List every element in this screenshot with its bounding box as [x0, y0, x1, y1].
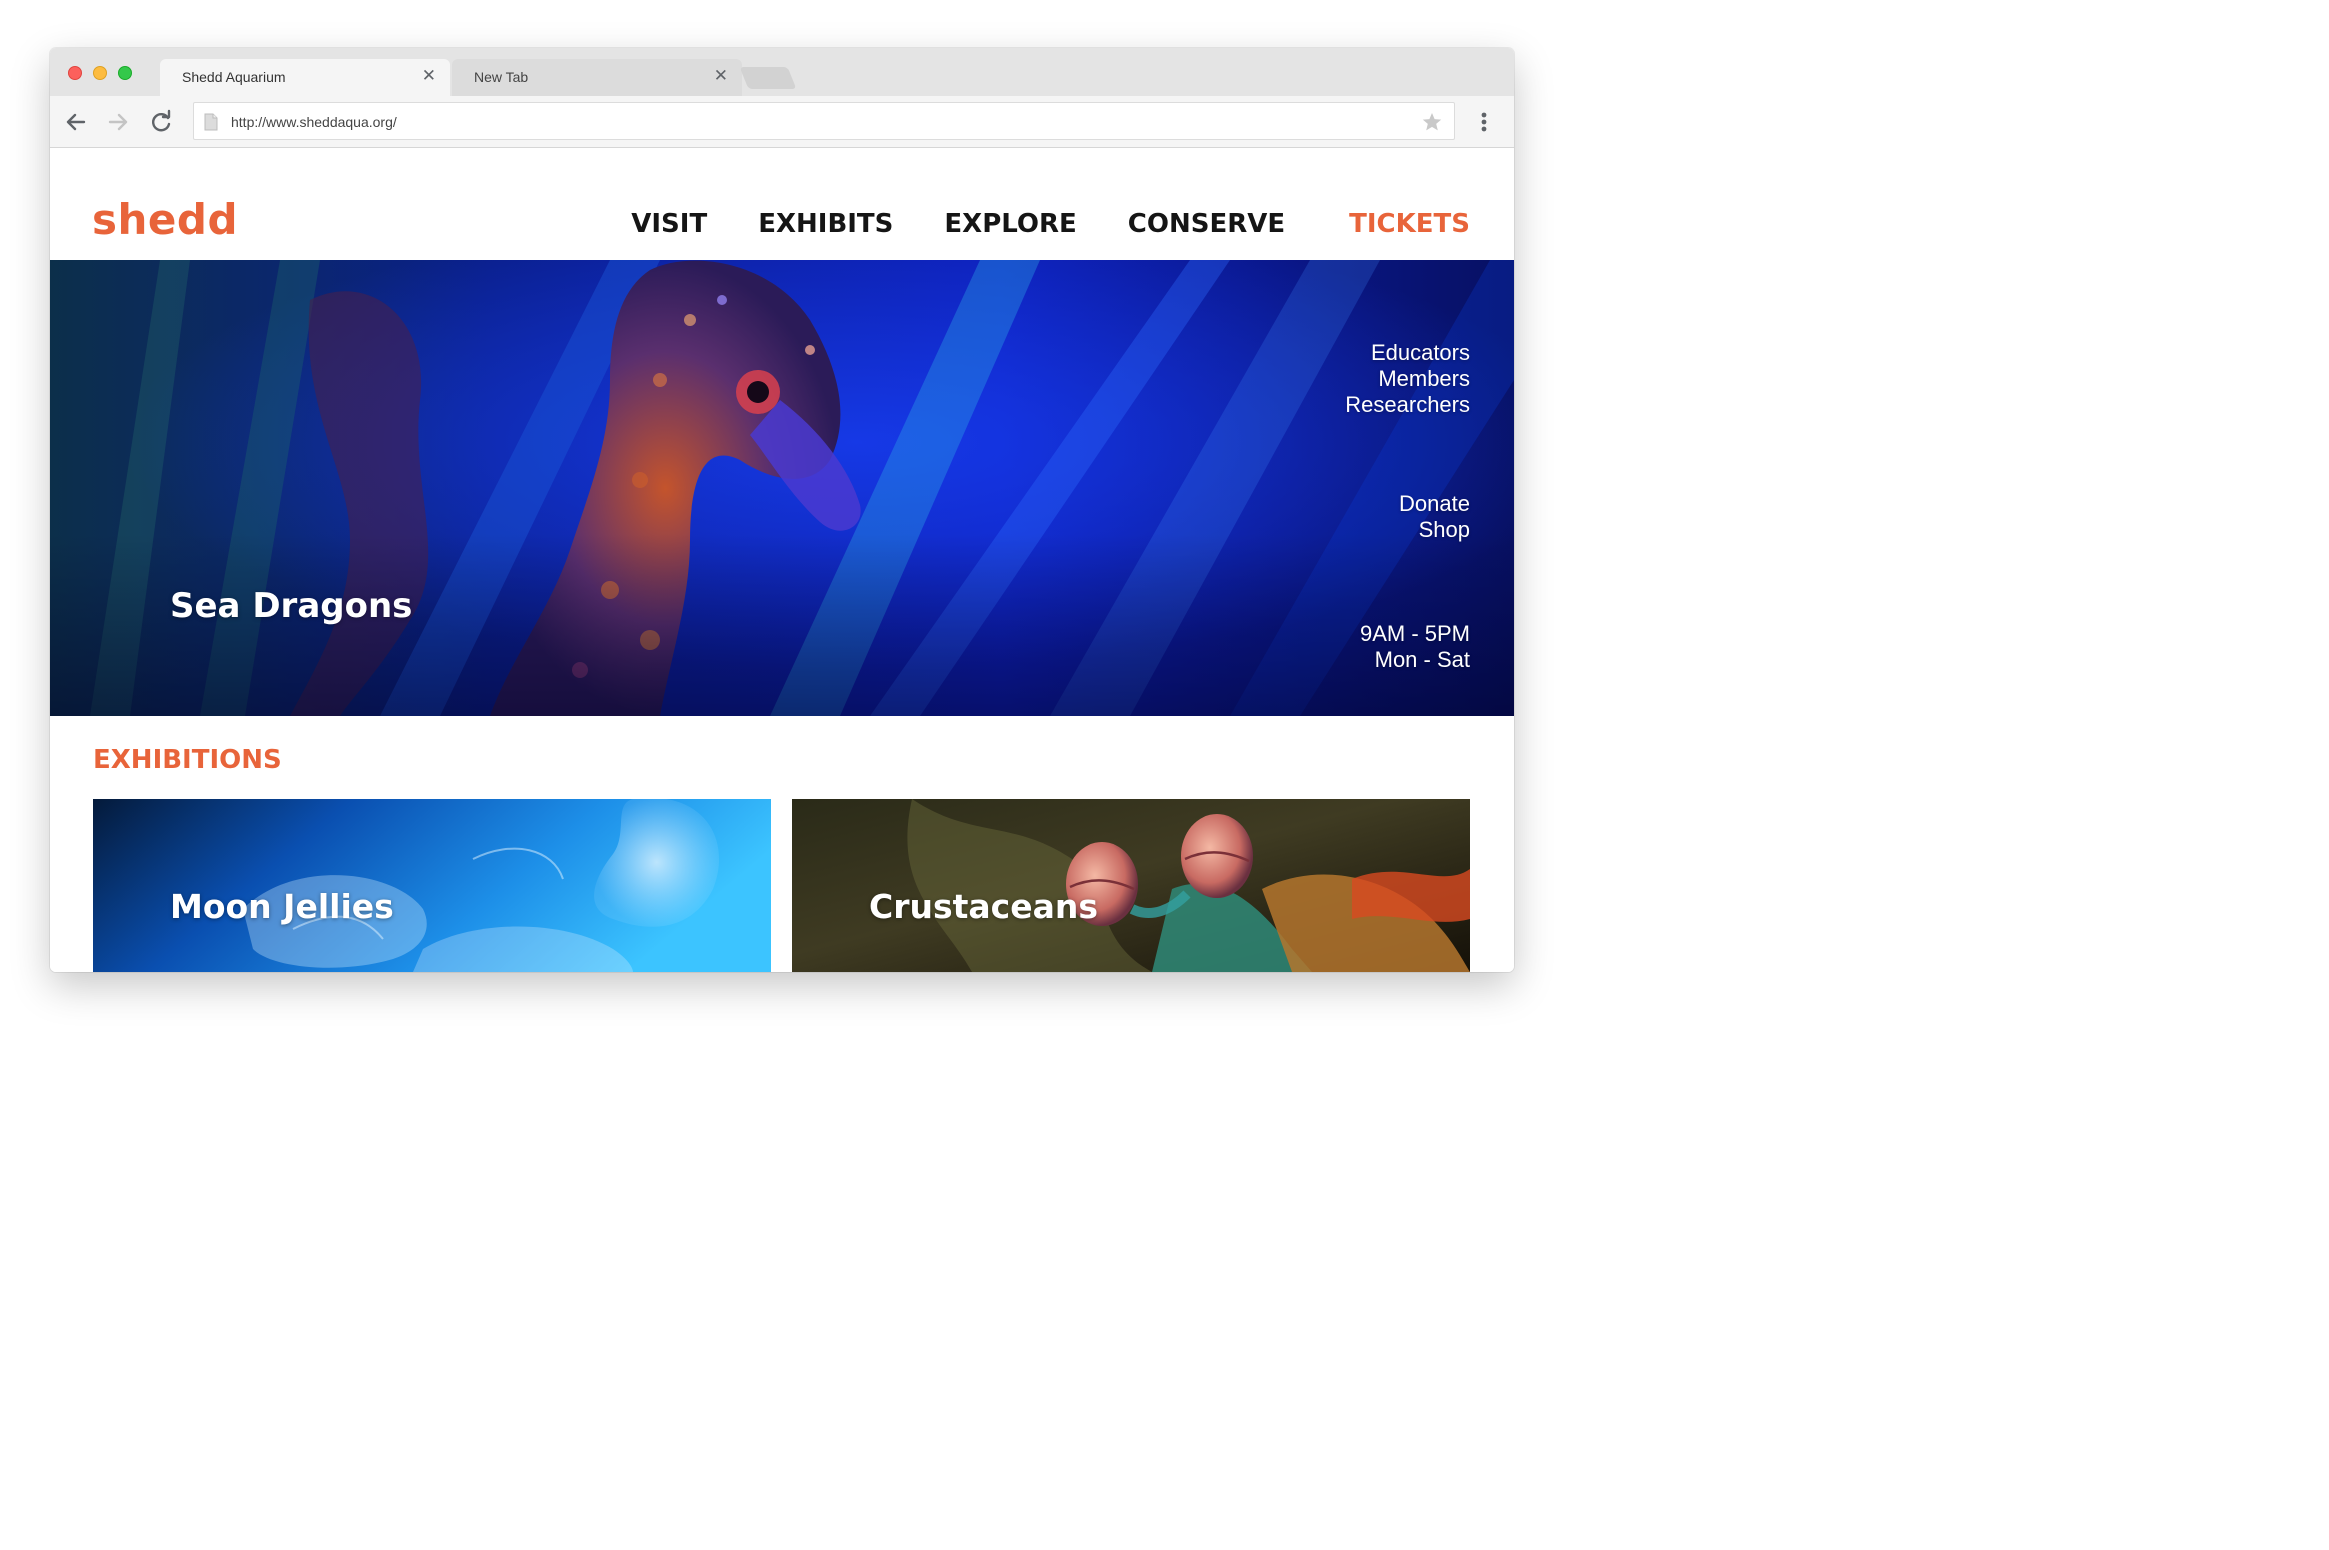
exhibit-card-crustaceans[interactable]: Crustaceans	[792, 799, 1470, 972]
tab-new-tab[interactable]: New Tab ✕	[452, 59, 742, 96]
link-researchers[interactable]: Researchers	[1345, 392, 1470, 417]
reload-icon	[152, 109, 171, 132]
nav-tickets[interactable]: TICKETS	[1349, 209, 1470, 239]
close-window-button[interactable]	[68, 66, 82, 80]
browser-toolbar: http://www.sheddaqua.org/	[50, 96, 1514, 148]
opening-hours: 9AM - 5PM Mon - Sat	[1360, 621, 1470, 673]
tab-title: New Tab	[474, 69, 529, 85]
link-donate[interactable]: Donate	[1399, 491, 1470, 516]
tab-shedd-aquarium[interactable]: Shedd Aquarium ✕	[160, 59, 450, 96]
browser-window: Shedd Aquarium ✕ New Tab ✕ http://www.sh…	[50, 48, 1514, 972]
action-links: Donate Shop	[1399, 491, 1470, 543]
exhibitions-heading: EXHIBITIONS	[93, 745, 282, 775]
mantis-shrimp-photo	[792, 799, 1470, 972]
hours-time: 9AM - 5PM	[1359, 621, 1470, 646]
audience-links: Educators Members Researchers	[1345, 340, 1470, 418]
link-educators[interactable]: Educators	[1371, 340, 1470, 365]
document-icon	[204, 113, 218, 131]
tab-close-icon[interactable]: ✕	[422, 66, 436, 86]
nav-explore[interactable]: EXPLORE	[944, 209, 1076, 239]
tab-close-icon[interactable]: ✕	[714, 66, 728, 86]
address-bar[interactable]: http://www.sheddaqua.org/	[193, 102, 1455, 140]
star-icon[interactable]	[1420, 110, 1444, 134]
forward-button[interactable]	[103, 107, 133, 137]
web-page: shedd VISIT EXHIBITS EXPLORE CONSERVE TI…	[50, 149, 1514, 972]
nav-exhibits[interactable]: EXHIBITS	[758, 209, 893, 239]
hero-banner: Sea Dragons Educators Members Researcher…	[50, 260, 1514, 716]
tab-title: Shedd Aquarium	[182, 69, 286, 85]
tab-strip: Shedd Aquarium ✕ New Tab ✕	[50, 48, 1514, 96]
seahorse-photo	[50, 260, 1514, 716]
reload-button[interactable]	[146, 107, 176, 137]
back-button[interactable]	[61, 107, 91, 137]
moon-jellies-photo	[93, 799, 771, 972]
site-header: shedd VISIT EXHIBITS EXPLORE CONSERVE TI…	[50, 149, 1514, 260]
exhibit-card-moon-jellies[interactable]: Moon Jellies	[93, 799, 771, 972]
nav-visit[interactable]: VISIT	[631, 209, 707, 239]
main-navigation: VISIT EXHIBITS EXPLORE CONSERVE TICKETS	[580, 209, 1470, 239]
arrow-left-icon	[66, 113, 86, 131]
minimize-window-button[interactable]	[93, 66, 107, 80]
vertical-dots-icon[interactable]	[1474, 107, 1494, 137]
nav-conserve[interactable]: CONSERVE	[1128, 209, 1285, 239]
card-title: Moon Jellies	[170, 887, 394, 926]
hours-days: Mon - Sat	[1374, 647, 1470, 672]
arrow-right-icon	[108, 113, 128, 131]
zoom-window-button[interactable]	[118, 66, 132, 80]
shedd-logo[interactable]: shedd	[92, 195, 238, 244]
url-text[interactable]: http://www.sheddaqua.org/	[231, 114, 397, 130]
hero-title[interactable]: Sea Dragons	[170, 586, 412, 626]
link-shop[interactable]: Shop	[1419, 517, 1470, 542]
card-title: Crustaceans	[869, 887, 1099, 926]
link-members[interactable]: Members	[1378, 366, 1470, 391]
new-tab-button[interactable]	[739, 67, 797, 89]
